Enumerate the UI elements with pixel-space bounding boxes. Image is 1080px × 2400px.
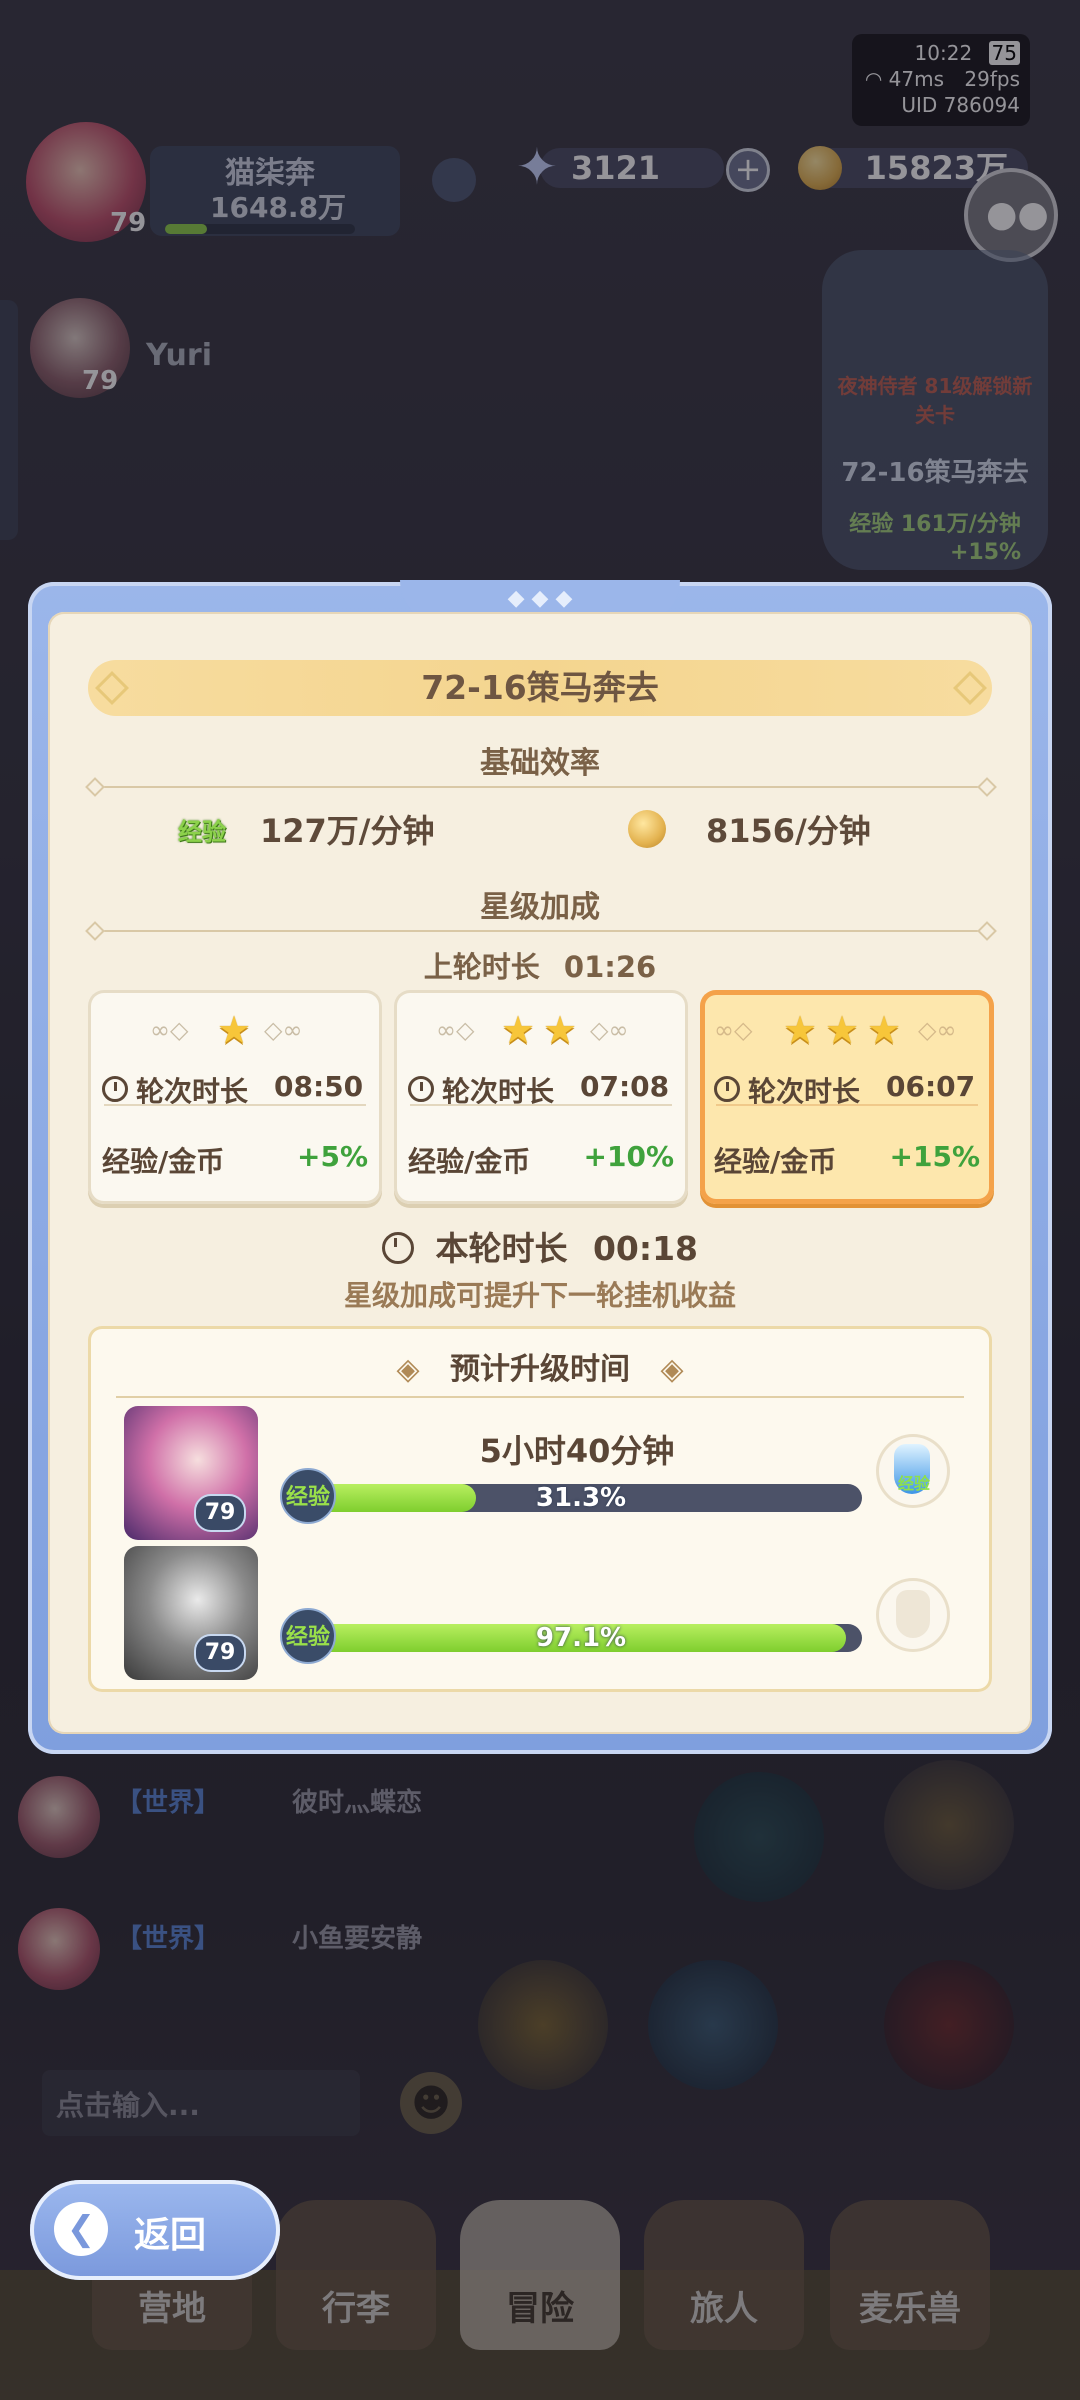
hero-level-badge: 79 — [194, 1634, 246, 1672]
last-round-time: 01:26 — [563, 950, 657, 984]
hero-2-exp-percent: 97.1% — [535, 1624, 627, 1652]
current-round-label: 本轮时长 — [435, 1229, 568, 1268]
back-label: 返回 — [134, 2215, 207, 2256]
star-tier-card-3-selected[interactable]: ∞◇ ★ ★ ★ ◇∞ 轮次时长 06:07 经验/金币 +15% — [700, 990, 994, 1204]
star-bonus-heading: 星级加成 — [480, 890, 600, 925]
predict-heading: 预计升级时间 — [450, 1352, 630, 1387]
divider-2 — [92, 930, 988, 932]
star-tier-card-2[interactable]: ∞◇ ★ ★ ◇∞ 轮次时长 07:08 经验/金币 +10% — [394, 990, 688, 1204]
bonus-value: +10% — [583, 1140, 674, 1173]
exp-potion-button-1[interactable]: 经验 — [876, 1434, 950, 1508]
reward-label: 经验/金币 — [102, 1145, 225, 1178]
round-duration-value: 08:50 — [274, 1070, 364, 1103]
back-arrow-icon: ❮ — [54, 2202, 108, 2256]
right-ornament-icon: ◇∞ — [590, 1016, 629, 1044]
hero-1-time-to-level: 5小时40分钟 — [479, 1432, 675, 1470]
last-round-row: 上轮时长 01:26 — [0, 944, 1080, 986]
star-tier-card-1[interactable]: ∞◇ ★ ◇∞ 轮次时长 08:50 经验/金币 +5% — [88, 990, 382, 1204]
gold-rate: 8156/分钟 — [706, 812, 871, 850]
round-duration-value: 07:08 — [580, 1070, 670, 1103]
round-duration-value: 06:07 — [886, 1070, 976, 1103]
exp-icon: 经验 — [178, 818, 226, 846]
hero-2-exp-bar: 97.1% — [300, 1624, 862, 1652]
clock-icon — [102, 1076, 128, 1102]
hero-level-badge: 79 — [194, 1494, 246, 1532]
hero-portrait-2[interactable]: 79 — [124, 1546, 258, 1680]
current-round-row: 本轮时长 00:18 — [0, 1222, 1080, 1270]
star-icon: ★ — [500, 1008, 536, 1052]
left-ornament-icon: ∞◇ — [714, 1016, 753, 1044]
left-ornament-icon: ∞◇ — [436, 1016, 475, 1044]
card-divider — [410, 1104, 672, 1106]
heading-right-diamond-icon: ◈ — [660, 1352, 684, 1387]
hero-1-exp-badge: 经验 — [280, 1468, 336, 1524]
exp-potion-button-2-disabled[interactable] — [876, 1578, 950, 1652]
divider-1 — [92, 786, 988, 788]
stage-title: 72-16策马奔去 — [421, 668, 659, 707]
bonus-value: +5% — [297, 1140, 368, 1173]
left-ornament-icon: ∞◇ — [150, 1016, 189, 1044]
exp-rate: 127万/分钟 — [260, 812, 435, 850]
star-icon: ★ — [782, 1008, 818, 1052]
predict-heading-row: ◈ 预计升级时间 ◈ — [0, 1344, 1080, 1388]
current-round-time: 00:18 — [592, 1229, 699, 1268]
card-divider — [104, 1104, 366, 1106]
star-bonus-hint: 星级加成可提升下一轮挂机收益 — [343, 1279, 736, 1312]
predict-divider — [116, 1396, 964, 1398]
base-efficiency-heading: 基础效率 — [480, 746, 600, 781]
gold-coin-icon — [628, 810, 666, 848]
star-icon: ★ — [216, 1008, 252, 1052]
bonus-value: +15% — [889, 1140, 980, 1173]
reward-label: 经验/金币 — [408, 1145, 531, 1178]
hero-portrait-1[interactable]: 79 — [124, 1406, 258, 1540]
last-round-label: 上轮时长 — [423, 950, 540, 984]
star-icon: ★ — [542, 1008, 578, 1052]
right-ornament-icon: ◇∞ — [264, 1016, 303, 1044]
hero-1-exp-percent: 31.3% — [535, 1484, 627, 1512]
exp-potion-label: 经验 — [898, 1474, 931, 1493]
clock-icon — [408, 1076, 434, 1102]
reward-label: 经验/金币 — [714, 1145, 837, 1178]
hero-1-exp-bar: 31.3% — [300, 1484, 862, 1512]
back-button[interactable]: ❮ 返回 — [30, 2180, 280, 2280]
right-ornament-icon: ◇∞ — [918, 1016, 957, 1044]
card-divider — [716, 1104, 978, 1106]
empty-potion-icon — [896, 1590, 930, 1638]
clock-icon — [714, 1076, 740, 1102]
heading-left-diamond-icon: ◈ — [396, 1352, 420, 1387]
hero-2-exp-badge: 经验 — [280, 1608, 336, 1664]
star-icon: ★ — [866, 1008, 902, 1052]
star-icon: ★ — [824, 1008, 860, 1052]
clock-icon — [381, 1232, 414, 1264]
